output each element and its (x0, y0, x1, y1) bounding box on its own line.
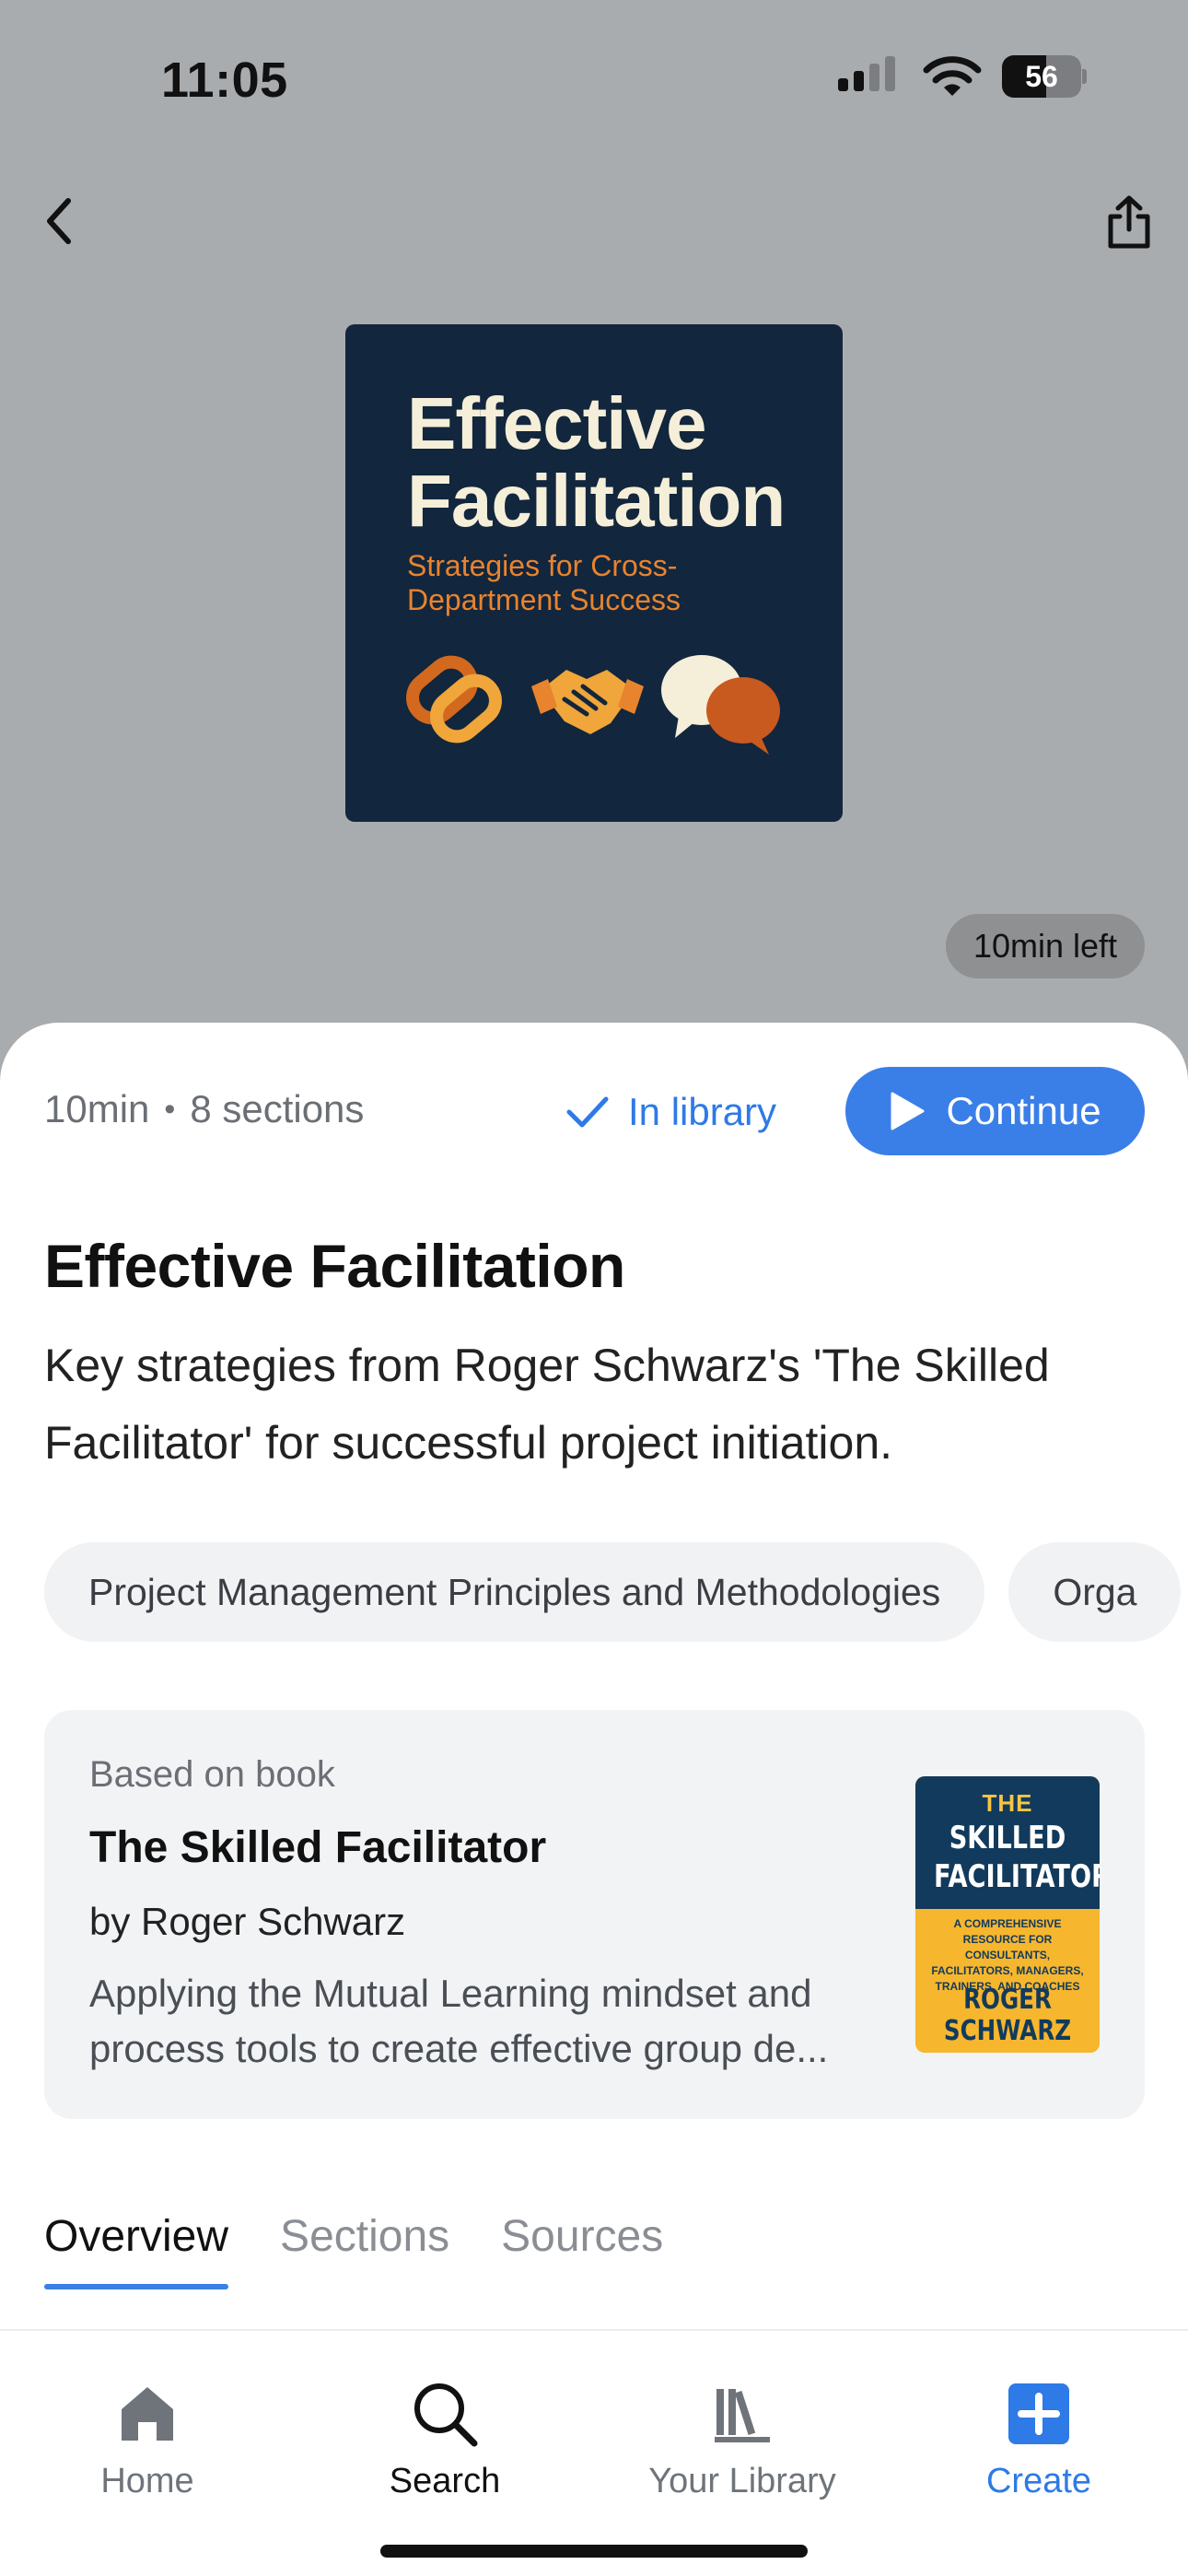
book-description-line: process tools to create effective group … (89, 2027, 829, 2070)
summary-details-sheet: 10min • 8 sections In library Continue E… (0, 1023, 1188, 2331)
time-left-badge: 10min left (946, 914, 1145, 978)
share-button[interactable] (1089, 182, 1170, 263)
home-icon (122, 2387, 173, 2441)
cover-title: Effective Facilitation (407, 382, 786, 542)
cover-illustration (406, 655, 780, 755)
checkmark-icon (566, 1096, 609, 1128)
tab-bar-your-library[interactable]: Your Library (604, 2375, 880, 2513)
tab-sources[interactable]: Sources (501, 2211, 663, 2289)
library-icon (715, 2389, 770, 2442)
summary-description: Key strategies from Roger Schwarz's 'The… (44, 1340, 1050, 1469)
status-time: 11:05 (161, 53, 288, 108)
tab-bar-home[interactable]: Home (9, 2375, 285, 2513)
source-book-card[interactable]: Based on book The Skilled Facilitator by… (44, 1710, 1145, 2119)
cover-subtitle: Strategies for Cross-Department Success (407, 549, 681, 616)
play-icon (891, 1092, 925, 1130)
tab-bar-search[interactable]: Search (307, 2375, 583, 2513)
book-description-line: Applying the Mutual Learning mindset and (89, 1972, 812, 2015)
content-tabs: Overview Sections Sources (44, 2211, 663, 2289)
topic-chip[interactable]: Project Management Principles and Method… (44, 1542, 985, 1642)
speech-bubbles-icon (661, 655, 780, 755)
book-cover-the: THE (982, 1789, 1033, 1817)
duration-label: 10min (44, 1087, 150, 1130)
meta-separator: • (164, 1091, 176, 1127)
back-button[interactable] (22, 184, 96, 258)
topic-chip[interactable]: Orga (1008, 1542, 1182, 1642)
book-cover-author: ROGER SCHWARZ (943, 1984, 1072, 2047)
plus-square-icon (1008, 2383, 1069, 2444)
battery-level: 56 (1025, 60, 1058, 93)
chevron-left-icon (47, 198, 71, 244)
book-title: The Skilled Facilitator (89, 1823, 547, 1872)
tab-bar-label: Home (100, 2462, 194, 2500)
status-bar: 11:05 56 (0, 0, 1188, 157)
chain-link-icon (406, 655, 502, 744)
handshake-icon (531, 670, 644, 734)
tab-bar-label: Create (985, 2462, 1092, 2500)
continue-button[interactable]: Continue (845, 1067, 1145, 1155)
book-kicker: Based on book (89, 1754, 335, 1795)
share-icon (1108, 195, 1150, 249)
wifi-icon (923, 56, 982, 96)
bottom-tab-bar: Home Search Your Library Create (0, 2329, 1188, 2576)
tab-bar-create[interactable]: Create (901, 2375, 1177, 2513)
summary-meta: 10min • 8 sections (44, 1087, 364, 1131)
book-cover-image: THE SKILLED FACILITATOR A COMPREHENSIVE … (915, 1776, 1100, 2053)
cellular-signal-icon (838, 56, 903, 97)
status-icons: 56 (838, 55, 1087, 98)
search-icon (414, 2383, 478, 2447)
sections-count-label: 8 sections (190, 1087, 365, 1130)
book-cover-title: SKILLED FACILITATOR (934, 1820, 1100, 1895)
summary-title: Effective Facilitation (44, 1232, 625, 1300)
book-description: Applying the Mutual Learning mindset and… (89, 1966, 881, 2077)
summary-cover-image: Effective Facilitation Strategies for Cr… (345, 324, 843, 822)
topic-chips: Project Management Principles and Method… (44, 1542, 1188, 1644)
continue-label: Continue (946, 1089, 1101, 1132)
in-library-button[interactable]: In library (565, 1080, 776, 1144)
tab-overview[interactable]: Overview (44, 2211, 229, 2289)
tab-sections[interactable]: Sections (280, 2211, 449, 2289)
in-library-label: In library (628, 1090, 777, 1133)
book-author: by Roger Schwarz (89, 1900, 406, 1943)
hero-area: 11:05 56 Effective Facilitation Strategi… (0, 0, 1188, 1087)
tab-bar-label: Your Library (648, 2462, 836, 2500)
battery-icon: 56 (1002, 55, 1087, 98)
tab-bar-label: Search (389, 2462, 501, 2500)
home-indicator[interactable] (380, 2545, 808, 2558)
